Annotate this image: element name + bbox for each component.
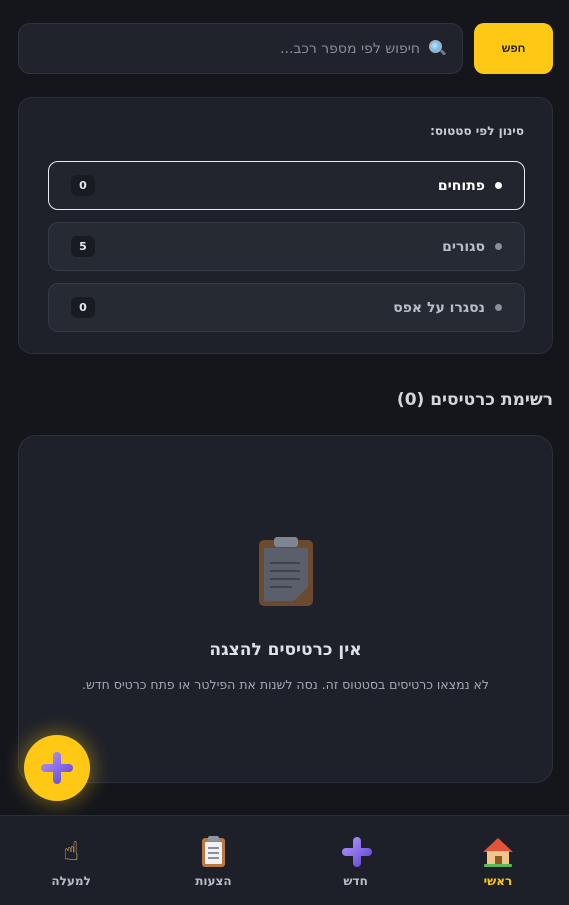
status-option-label: נסגרו על אפס: [393, 299, 485, 316]
status-dot-icon: [495, 243, 502, 250]
status-option-open[interactable]: פתוחים 0: [48, 161, 525, 210]
empty-state-title: אין כרטיסים להצגה: [209, 640, 362, 660]
pointing-up-hand-icon: ☝: [63, 837, 80, 867]
status-count-badge: 5: [71, 236, 95, 257]
tickets-list-title: רשימת כרטיסים (0): [396, 390, 553, 410]
nav-item-scroll-top[interactable]: ☝ למעלה: [0, 816, 142, 905]
plus-icon-wrap: [340, 836, 372, 868]
status-count-badge: 0: [71, 175, 95, 196]
status-filter-card: סינון לפי סטטוס: פתוחים 0 סגורים 5 נסגרו…: [18, 97, 553, 354]
status-dot-icon: [495, 182, 502, 189]
nav-item-label: הצעות: [195, 874, 232, 888]
search-input[interactable]: [140, 40, 420, 57]
top-search-bar: חפש: [18, 23, 553, 74]
status-option-label: סגורים: [442, 238, 485, 255]
plus-icon: [341, 837, 372, 867]
empty-state-description: לא נמצאו כרטיסים בסטטוס זה. נסה לשנות את…: [81, 677, 490, 692]
nav-item-label: למעלה: [51, 874, 91, 888]
house-icon: [482, 836, 514, 868]
search-button[interactable]: חפש: [474, 23, 553, 74]
clipboard-icon: [258, 537, 313, 606]
search-box[interactable]: [18, 23, 463, 74]
nav-item-new[interactable]: חדש: [285, 816, 427, 905]
status-option-closed[interactable]: סגורים 5: [48, 222, 525, 271]
nav-item-label: ראשי: [483, 874, 513, 888]
clipboard-icon: [197, 836, 229, 868]
filter-title: סינון לפי סטטוס:: [430, 124, 524, 138]
bottom-nav: ראשי חדש הצעות ☝ למעלה: [0, 815, 569, 905]
magnifier-icon: [428, 39, 447, 58]
add-ticket-fab[interactable]: [24, 735, 90, 801]
plus-icon: [41, 752, 73, 784]
empty-state-card: אין כרטיסים להצגה לא נמצאו כרטיסים בסטטו…: [18, 435, 553, 783]
status-option-closed-zero[interactable]: נסגרו על אפס 0: [48, 283, 525, 332]
nav-item-home[interactable]: ראשי: [427, 816, 569, 905]
status-count-badge: 0: [71, 297, 95, 318]
status-dot-icon: [495, 304, 502, 311]
nav-item-label: חדש: [343, 874, 368, 888]
status-option-label: פתוחים: [437, 177, 485, 194]
nav-item-quotes[interactable]: הצעות: [142, 816, 284, 905]
